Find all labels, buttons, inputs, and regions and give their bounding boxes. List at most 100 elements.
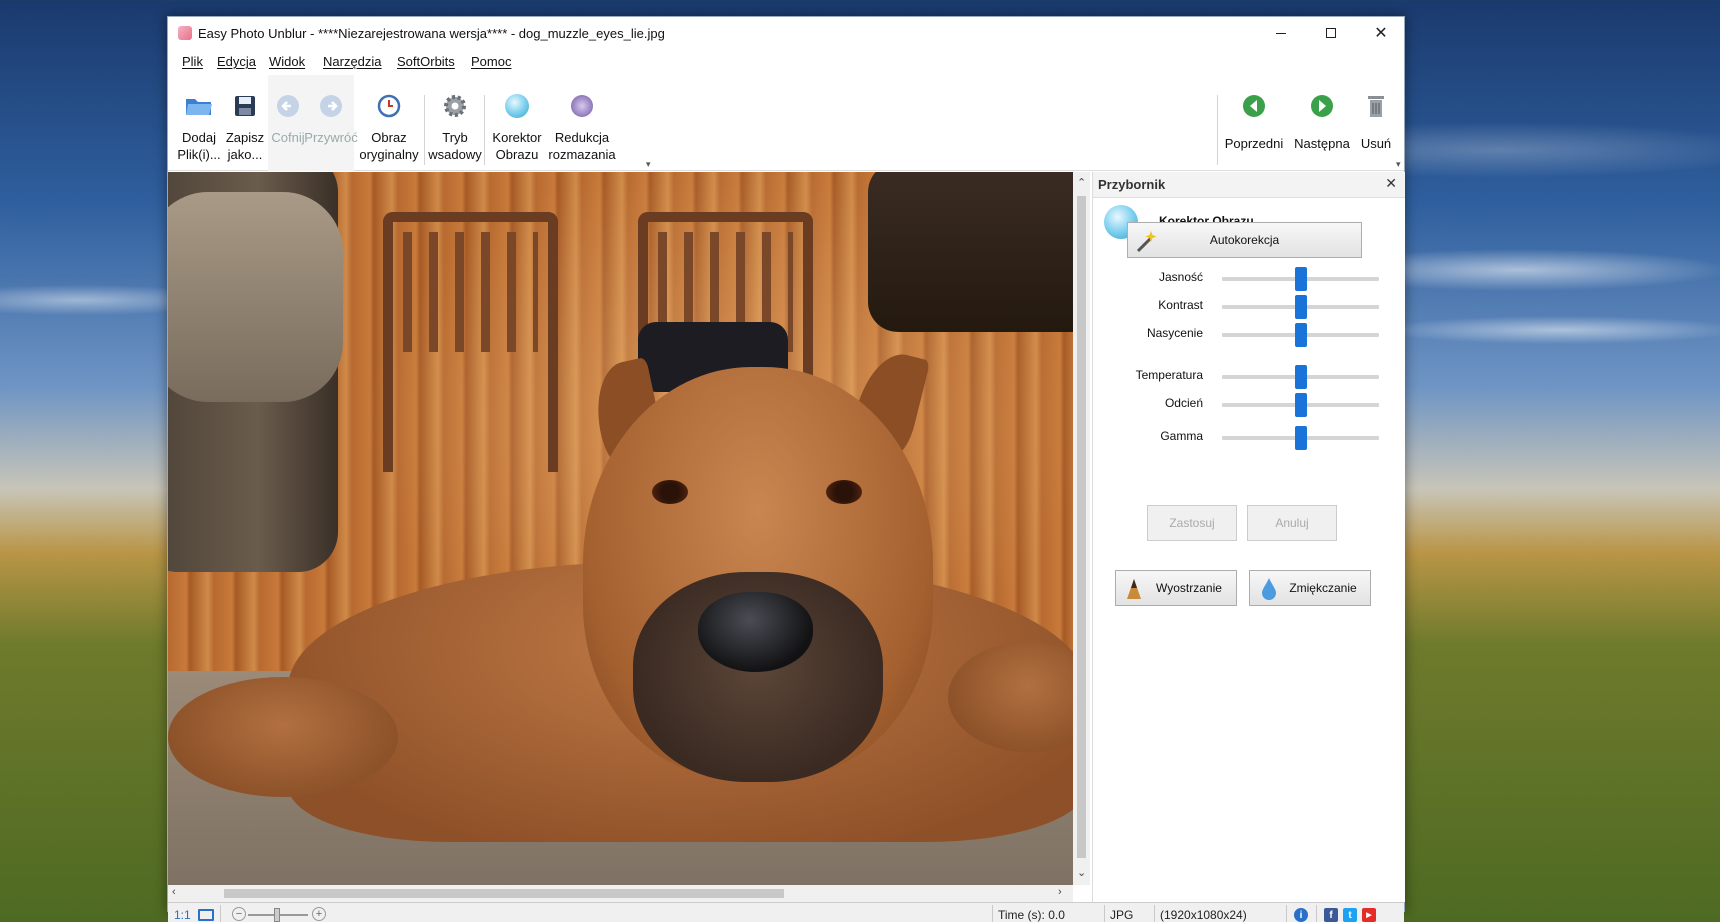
slider-label: Kontrast xyxy=(1158,298,1203,312)
slider-thumb[interactable] xyxy=(1294,393,1307,417)
next-label: Następna xyxy=(1294,136,1350,151)
menu-widok[interactable]: Widok xyxy=(269,54,305,69)
arrow-right-icon xyxy=(1307,91,1337,121)
cancel-label: Anuluj xyxy=(1275,516,1309,530)
zoom-in-icon[interactable]: + xyxy=(312,907,326,921)
dog-left-eye xyxy=(652,480,688,504)
save-icon xyxy=(230,91,260,121)
slider-thumb[interactable] xyxy=(1294,426,1307,450)
toolbar-overflow-right-icon[interactable]: ▾ xyxy=(1396,159,1401,170)
zoom-out-icon[interactable]: − xyxy=(232,907,246,921)
slider-thumb[interactable] xyxy=(1294,295,1307,319)
app-icon xyxy=(178,26,192,40)
close-button[interactable]: ✕ xyxy=(1356,17,1406,49)
menu-pomoc[interactable]: Pomoc xyxy=(471,54,511,69)
undo-button[interactable]: Cofnij xyxy=(268,75,308,171)
menu-edycja[interactable]: Edycja xyxy=(217,54,256,69)
original-image-button[interactable]: Obraz oryginalny xyxy=(358,75,420,171)
scroll-right-icon[interactable]: › xyxy=(1058,886,1062,898)
soften-label: Zmiękczanie xyxy=(1289,581,1357,595)
fit-screen-icon[interactable] xyxy=(198,909,214,921)
twitter-icon[interactable]: t xyxy=(1343,908,1357,922)
slider-thumb[interactable] xyxy=(1294,365,1307,389)
cancel-button[interactable]: Anuluj xyxy=(1247,505,1337,541)
folder-open-icon xyxy=(184,91,214,121)
corrector-icon xyxy=(502,91,532,121)
deblur-button[interactable]: Redukcja rozmazania xyxy=(546,75,618,171)
minimize-icon xyxy=(1276,32,1286,34)
dark-furniture xyxy=(868,172,1073,332)
add-files-button[interactable]: Dodaj Plik(i)... xyxy=(176,75,222,171)
image-canvas[interactable] xyxy=(168,172,1073,885)
slider-label: Jasność xyxy=(1158,270,1203,284)
clock-icon xyxy=(374,91,404,121)
slider-thumb[interactable] xyxy=(1294,267,1307,291)
redo-button[interactable]: Przywróć xyxy=(304,75,358,171)
youtube-icon[interactable]: ▶ xyxy=(1362,908,1376,922)
previous-button[interactable]: Poprzedni xyxy=(1220,75,1288,171)
chair-left-slats xyxy=(403,232,538,352)
image-format: JPG xyxy=(1110,908,1134,922)
toolbar-overflow-icon[interactable]: ▾ xyxy=(646,159,651,170)
horizontal-scrollbar[interactable]: ‹ › xyxy=(168,885,1073,902)
facebook-icon[interactable]: f xyxy=(1324,908,1338,922)
slider-label: Temperatura xyxy=(1135,368,1203,382)
horizontal-scroll-thumb[interactable] xyxy=(224,889,784,898)
save-as-button[interactable]: Zapisz jako... xyxy=(222,75,268,171)
original-image-label: Obraz oryginalny xyxy=(359,130,419,162)
next-button[interactable]: Następna xyxy=(1288,75,1356,171)
slider-thumb[interactable] xyxy=(1294,323,1307,347)
vertical-scrollbar[interactable]: ⌃ ⌄ xyxy=(1073,172,1090,885)
processing-time: Time (s): 0.0 xyxy=(998,908,1065,922)
slider-label: Nasycenie xyxy=(1146,326,1203,340)
autocorrect-button[interactable]: Autokorekcja xyxy=(1127,222,1362,258)
delete-label: Usuń xyxy=(1360,136,1392,151)
gear-icon xyxy=(440,91,470,121)
apply-button[interactable]: Zastosuj xyxy=(1147,505,1237,541)
trash-icon xyxy=(1361,91,1391,121)
batch-mode-button[interactable]: Tryb wsadowy xyxy=(428,75,482,171)
batch-mode-label: Tryb wsadowy xyxy=(428,130,482,162)
minimize-button[interactable] xyxy=(1256,17,1306,49)
menu-softorbits[interactable]: SoftOrbits xyxy=(397,54,455,69)
scroll-down-icon[interactable]: ⌄ xyxy=(1077,866,1086,879)
menu-plik[interactable]: Plik xyxy=(182,54,203,69)
toolbox-header: Przybornik ✕ xyxy=(1093,172,1405,198)
vertical-scroll-thumb[interactable] xyxy=(1077,196,1086,858)
maximize-button[interactable] xyxy=(1306,17,1356,49)
zoom-ratio[interactable]: 1:1 xyxy=(174,908,191,922)
close-icon: ✕ xyxy=(1374,25,1388,42)
scroll-left-icon[interactable]: ‹ xyxy=(172,886,176,898)
magic-wand-icon xyxy=(1134,229,1158,253)
image-corrector-button[interactable]: Korektor Obrazu xyxy=(488,75,546,171)
slider-label: Gamma xyxy=(1160,429,1203,443)
toolbox-panel: Przybornik ✕ Korektor Obrazu Autokorekcj… xyxy=(1092,172,1405,902)
toolbar: Dodaj Plik(i)... Zapisz jako... Cofnij P… xyxy=(168,75,1404,171)
add-files-label: Dodaj Plik(i)... xyxy=(177,130,221,162)
panel-close-icon[interactable]: ✕ xyxy=(1385,175,1397,192)
toolbar-separator xyxy=(1217,95,1218,165)
status-bar: 1:1 − + Time (s): 0.0 JPG (1920x1080x24)… xyxy=(168,902,1404,922)
soften-button[interactable]: Zmiękczanie xyxy=(1249,570,1371,606)
window-title: Easy Photo Unblur - ****Niezarejestrowan… xyxy=(198,26,665,41)
dog-left-paw xyxy=(168,677,398,797)
menu-narzedzia[interactable]: Narzędzia xyxy=(323,54,382,69)
autocorrect-label: Autokorekcja xyxy=(1209,233,1280,247)
toolbar-separator xyxy=(424,95,425,165)
delete-button[interactable]: Usuń xyxy=(1356,75,1396,171)
couch-arm xyxy=(168,192,343,402)
status-separator xyxy=(1104,905,1105,922)
info-icon[interactable]: i xyxy=(1294,908,1308,922)
scroll-up-icon[interactable]: ⌃ xyxy=(1077,176,1086,189)
zoom-slider-thumb[interactable] xyxy=(274,908,280,922)
title-bar: Easy Photo Unblur - ****Niezarejestrowan… xyxy=(168,17,1404,49)
toolbox-title: Przybornik xyxy=(1098,177,1166,192)
status-separator xyxy=(1316,905,1317,922)
undo-label: Cofnij xyxy=(271,130,305,145)
sharpen-button[interactable]: Wyostrzanie xyxy=(1115,570,1237,606)
save-as-label: Zapisz jako... xyxy=(225,130,265,162)
pencil-icon xyxy=(1126,578,1142,603)
maximize-icon xyxy=(1326,28,1336,38)
deblur-label: Redukcja rozmazania xyxy=(548,130,616,162)
deblur-icon xyxy=(567,91,597,121)
